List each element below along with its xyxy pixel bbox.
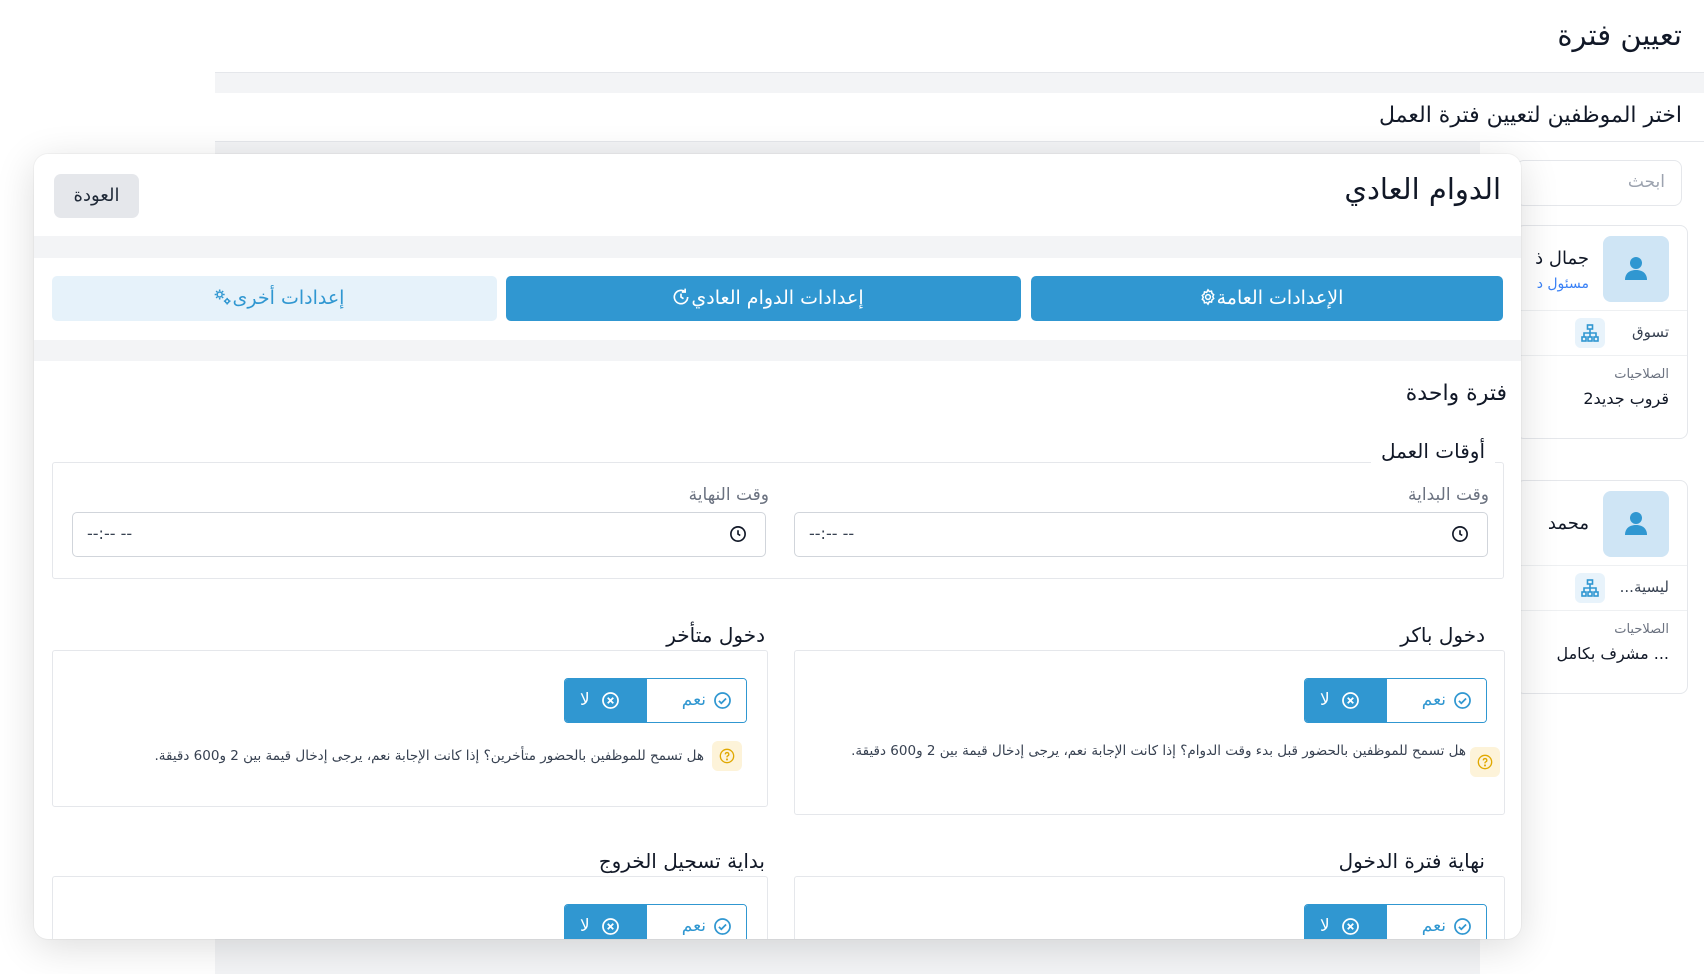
search-placeholder: ابحث: [1627, 172, 1665, 192]
yes-option[interactable]: نعم: [1388, 679, 1486, 722]
tab-general-settings[interactable]: الإعدادات العامة: [1031, 276, 1503, 321]
early-entry-help-text: هل تسمح للموظفين بالحضور قبل بدء وقت الد…: [851, 743, 1466, 759]
org-chart-icon: [1575, 573, 1605, 603]
no-label: لا: [580, 916, 590, 936]
subtitle-bar: اختر الموظفين لتعيين فترة العمل: [215, 93, 1704, 142]
permissions-value: قروب جديد2: [1583, 389, 1669, 408]
end-time-input[interactable]: --:-- --: [72, 512, 766, 557]
end-time-value: --:-- --: [87, 524, 133, 543]
end-time-label: وقت النهاية: [688, 485, 769, 505]
yes-label: نعم: [1421, 916, 1446, 936]
avatar: [1603, 236, 1669, 302]
no-option[interactable]: لا: [1305, 679, 1387, 722]
late-entry-group: [52, 650, 768, 807]
question-icon: [1470, 747, 1500, 777]
user-icon: [1625, 512, 1647, 535]
gear-icon: [1200, 288, 1215, 305]
question-icon: [712, 741, 742, 771]
yes-label: نعم: [681, 690, 706, 710]
yes-label: نعم: [1421, 690, 1446, 710]
page-subtitle: اختر الموظفين لتعيين فترة العمل: [1379, 103, 1682, 128]
yes-option[interactable]: نعم: [1388, 905, 1486, 939]
x-circle-icon: [602, 918, 619, 935]
page-title: تعيين فترة: [1557, 18, 1682, 52]
modal-header: الدوام العادي العودة: [34, 154, 1521, 236]
early-entry-legend: دخول باكر: [1390, 623, 1495, 647]
tab-regular-shift-settings[interactable]: إعدادات الدوام العادي: [506, 276, 1021, 321]
employee-name: محمد: [1547, 513, 1589, 534]
entry-end-legend: نهاية فترة الدخول: [1328, 849, 1495, 873]
start-time-input[interactable]: --:-- --: [794, 512, 1488, 557]
x-circle-icon: [1342, 692, 1359, 709]
department-row: ...ليسية: [1517, 565, 1687, 611]
yes-option[interactable]: نعم: [648, 905, 746, 939]
no-option[interactable]: لا: [565, 679, 647, 722]
clock-icon: [1452, 526, 1468, 542]
modal-body: فترة واحدة أوقات العمل وقت البداية --:--…: [34, 361, 1521, 939]
user-icon: [1625, 257, 1647, 280]
section-title: فترة واحدة: [1405, 381, 1507, 406]
start-time-value: --:-- --: [809, 524, 855, 543]
early-entry-group: [794, 650, 1505, 815]
early-entry-toggle[interactable]: لا نعم: [1304, 678, 1487, 723]
checkout-start-legend: بداية تسجيل الخروج: [588, 849, 775, 873]
permissions-label: الصلاحيات: [1614, 367, 1669, 382]
gears-icon: [214, 289, 231, 304]
avatar: [1603, 491, 1669, 557]
yes-option[interactable]: نعم: [648, 679, 746, 722]
employee-department: تسوق: [1632, 323, 1669, 341]
employee-name: جمال ذ: [1535, 248, 1589, 269]
checkout-start-toggle[interactable]: لا نعم: [564, 904, 747, 939]
no-label: لا: [1320, 690, 1330, 710]
clock-icon: [730, 526, 746, 542]
employee-search-input[interactable]: ابحث: [1516, 160, 1682, 206]
department-row: تسوق: [1517, 310, 1687, 356]
start-time-label: وقت البداية: [1408, 485, 1489, 505]
shift-settings-modal: الدوام العادي العودة الإعدادات العامة إع…: [34, 154, 1521, 939]
yes-label: نعم: [681, 916, 706, 936]
page-header: تعيين فترة: [215, 0, 1704, 73]
tab-label: الإعدادات العامة: [1216, 287, 1344, 309]
modal-title: الدوام العادي: [1344, 172, 1501, 206]
no-label: لا: [580, 690, 590, 710]
check-circle-icon: [1454, 918, 1471, 935]
tab-other-settings[interactable]: إعدادات أخرى: [52, 276, 497, 321]
no-label: لا: [1320, 916, 1330, 936]
late-entry-toggle[interactable]: لا نعم: [564, 678, 747, 723]
check-circle-icon: [1454, 692, 1471, 709]
tab-label: إعدادات أخرى: [232, 287, 345, 309]
no-option[interactable]: لا: [1305, 905, 1387, 939]
back-button[interactable]: العودة: [54, 174, 139, 218]
rotate-clock-icon: [673, 288, 689, 305]
late-entry-legend: دخول متأخر: [656, 623, 775, 647]
employee-department: ...ليسية: [1619, 578, 1669, 596]
employee-card[interactable]: محمد ...ليسية الصلاحيات مشرف بكامل ...: [1516, 480, 1688, 694]
employee-card[interactable]: جمال ذ مسئول د تسوق الصلاحيات قروب جديد2: [1516, 225, 1688, 439]
check-circle-icon: [714, 918, 731, 935]
check-circle-icon: [714, 692, 731, 709]
x-circle-icon: [1342, 918, 1359, 935]
permissions-value: مشرف بكامل ...: [1556, 644, 1669, 663]
no-option[interactable]: لا: [565, 905, 647, 939]
tab-label: إعدادات الدوام العادي: [691, 287, 864, 309]
work-times-legend: أوقات العمل: [1370, 439, 1495, 463]
settings-tabs: الإعدادات العامة إعدادات الدوام العادي إ…: [34, 258, 1521, 340]
employee-role: مسئول د: [1536, 276, 1589, 292]
org-chart-icon: [1575, 318, 1605, 348]
late-entry-help-text: هل تسمح للموظفين بالحضور متأخرين؟ إذا كا…: [154, 748, 704, 764]
entry-end-toggle[interactable]: لا نعم: [1304, 904, 1487, 939]
permissions-label: الصلاحيات: [1614, 622, 1669, 637]
x-circle-icon: [602, 692, 619, 709]
